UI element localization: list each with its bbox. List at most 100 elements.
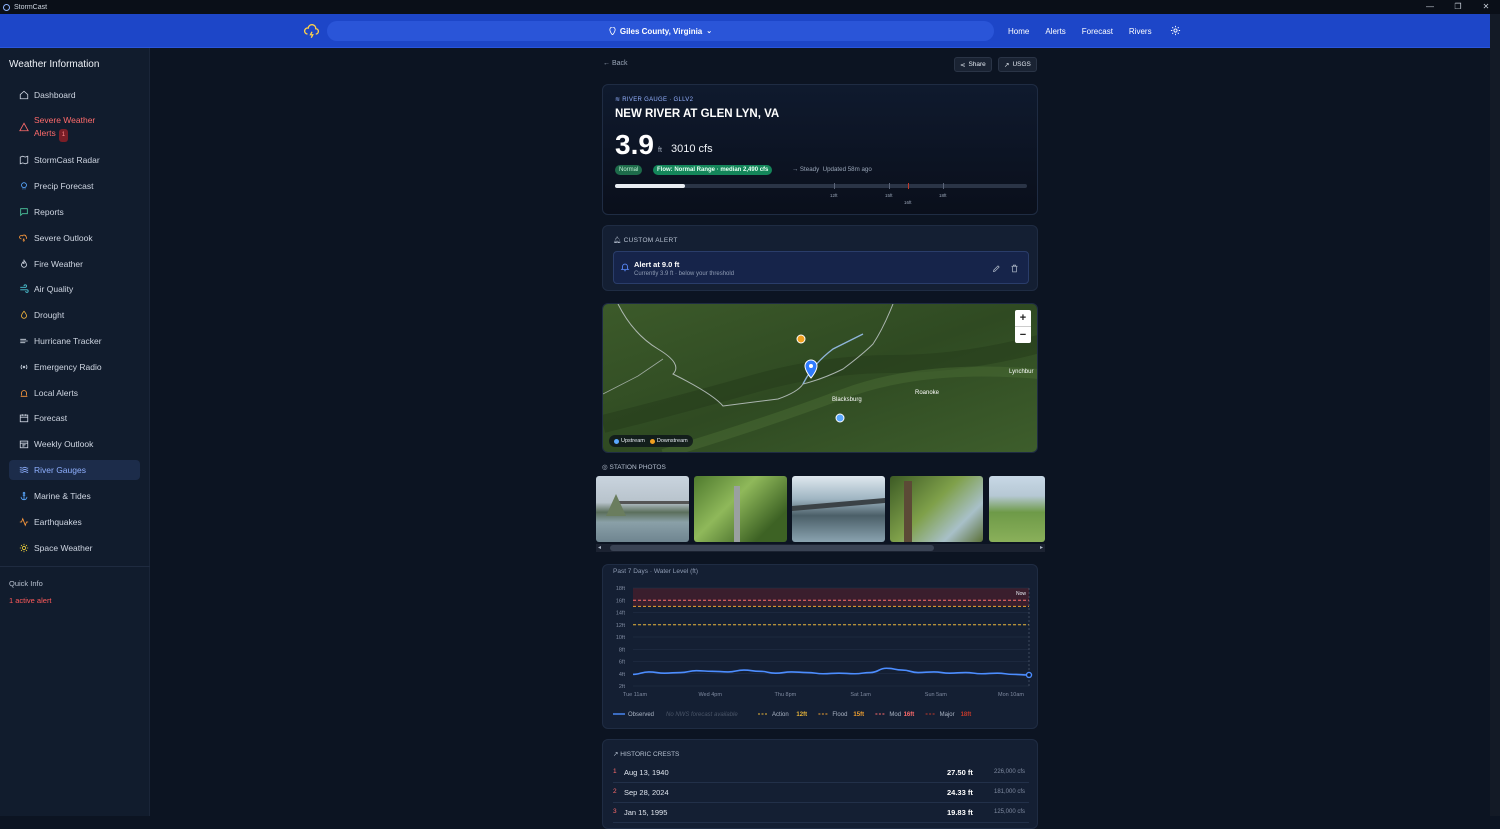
legend-action: Action xyxy=(772,712,789,718)
crest-rank: 2 xyxy=(613,788,617,795)
chat-icon xyxy=(20,208,28,217)
legend-flood: Flood xyxy=(832,712,847,718)
location-selector[interactable]: Giles County, Virginia ⌄ xyxy=(327,21,994,41)
downstream-station-marker[interactable] xyxy=(796,334,806,344)
sidebar-item-marine-tides[interactable]: Marine & Tides xyxy=(9,486,140,506)
sidebar-item-emergency-radio[interactable]: Emergency Radio xyxy=(9,357,140,377)
back-label: Back xyxy=(611,60,628,67)
sidebar-item-label: Space Weather xyxy=(34,543,93,553)
nav-link-forecast[interactable]: Forecast xyxy=(1082,27,1113,36)
sidebar-item-label: Dashboard xyxy=(34,90,76,100)
sidebar-item-label: Drought xyxy=(34,310,65,320)
crest-date: Sep 28, 2024 xyxy=(624,788,669,797)
upstream-swatch xyxy=(614,438,619,444)
crest-row: 1 Aug 13, 1940 27.50 ft 226,000 cfs xyxy=(613,763,1029,783)
x-tick-label: Sat 1am xyxy=(850,692,871,698)
zoom-in-button[interactable]: + xyxy=(1015,310,1031,327)
riverbank-photo xyxy=(904,481,912,542)
sidebar-item-forecast[interactable]: Forecast xyxy=(9,408,140,428)
forest-photo xyxy=(734,486,740,542)
share-button[interactable]: ⋖ Share xyxy=(954,57,992,72)
bell-ring-icon xyxy=(620,263,630,272)
sidebar-item-air-quality[interactable]: Air Quality xyxy=(9,279,140,299)
sidebar: Weather Information Dashboard Severe Wea… xyxy=(0,48,150,816)
arrow-left-icon: ← xyxy=(603,60,612,67)
nav-link-rivers[interactable]: Rivers xyxy=(1129,27,1152,36)
sidebar-item-earthquakes[interactable]: Earthquakes xyxy=(9,512,140,532)
sidebar-item-severe-outlook[interactable]: Severe Outlook xyxy=(9,228,140,248)
sidebar-item-label: Forecast xyxy=(34,413,68,423)
now-label: Now xyxy=(1016,591,1026,597)
map-label-roanoke: Roanoke xyxy=(915,390,940,396)
cloud-logo-icon[interactable] xyxy=(303,22,321,40)
sidebar-item-drought[interactable]: Drought xyxy=(9,305,140,325)
trash-icon[interactable] xyxy=(1010,264,1019,273)
sidebar-title: Weather Information xyxy=(9,59,100,70)
water-level-chart-card: Past 7 Days · Water Level (ft) 18ft 16ft 1… xyxy=(602,564,1038,729)
rain-icon xyxy=(21,182,27,190)
station-photo[interactable] xyxy=(792,476,885,542)
x-tick-label: Thu 8pm xyxy=(775,692,797,698)
maximize-button[interactable]: ❐ xyxy=(1444,0,1472,14)
sidebar-item-dashboard[interactable]: Dashboard xyxy=(9,85,140,105)
sidebar-item-river-gauges[interactable]: River Gauges xyxy=(9,460,140,480)
sidebar-divider xyxy=(0,566,150,567)
crest-flow: 181,000 cfs xyxy=(994,789,1026,795)
share-label: Share xyxy=(968,61,986,68)
back-button[interactable]: ← Back xyxy=(603,60,628,67)
radio-icon xyxy=(20,364,28,370)
legend-downstream: Downstream xyxy=(656,438,688,444)
chevron-down-icon: ⌄ xyxy=(706,28,713,35)
crest-flow: 125,000 cfs xyxy=(994,809,1026,815)
waves-icon xyxy=(19,466,29,473)
scroll-thumb[interactable] xyxy=(610,545,934,551)
scroll-left-icon[interactable]: ◂ xyxy=(598,544,601,551)
x-tick-label: Mon 10am xyxy=(998,692,1024,698)
upstream-station-marker[interactable] xyxy=(835,413,845,423)
sidebar-item-severe-weather-alerts[interactable]: Severe Weather Alerts 1 xyxy=(9,114,140,142)
custom-alert-item[interactable]: Alert at 9.0 ft Currently 3.9 ft · below… xyxy=(613,251,1029,284)
photos-scrollbar[interactable]: ◂ ▸ xyxy=(596,544,1045,552)
map-label-blacksburg: Blacksburg xyxy=(832,397,862,403)
station-photo[interactable] xyxy=(989,476,1045,542)
legend-major: Major xyxy=(940,712,955,718)
y-tick-label: 6ft xyxy=(619,660,626,666)
sidebar-item-reports[interactable]: Reports xyxy=(9,202,140,222)
station-photos-label: STATION PHOTOS xyxy=(609,464,666,471)
main-content: ← Back ⋖ Share ↗ USGS ≋ RIVER GAUGE · GLLV… xyxy=(150,48,1490,829)
sidebar-item-local-alerts[interactable]: Local Alerts xyxy=(9,383,140,403)
gear-icon[interactable] xyxy=(1170,25,1181,36)
nav-link-alerts[interactable]: Alerts xyxy=(1045,27,1065,36)
window-scrollbar[interactable] xyxy=(1490,14,1500,816)
minimize-button[interactable]: — xyxy=(1416,0,1444,14)
latest-observation-point xyxy=(1025,671,1033,679)
trend-info: → Steady Updated 58m ago xyxy=(792,166,872,173)
active-alert-link[interactable]: 1 active alert xyxy=(9,596,52,605)
nav-link-home[interactable]: Home xyxy=(1008,27,1029,36)
station-photo[interactable] xyxy=(694,476,787,542)
x-tick-label: Wed 4pm xyxy=(698,692,722,698)
sidebar-item-hurricane-tracker[interactable]: Hurricane Tracker xyxy=(9,331,140,351)
sidebar-item-radar[interactable]: StormCast Radar xyxy=(9,150,140,170)
usgs-button[interactable]: ↗ USGS xyxy=(998,57,1037,72)
station-photo[interactable] xyxy=(890,476,983,542)
close-button[interactable]: ✕ xyxy=(1472,0,1500,14)
water-level-chart: 18ft 16ft 14ft 12ft 10ft 8ft 6ft 4ft 2ft Tue 11am… xyxy=(613,586,1033,718)
station-photo[interactable] xyxy=(596,476,689,542)
window-title: StormCast xyxy=(14,3,48,11)
pencil-icon[interactable] xyxy=(992,264,1001,273)
map-icon xyxy=(19,155,29,165)
sidebar-item-fire-weather[interactable]: Fire Weather xyxy=(9,254,140,274)
sidebar-item-label: Hurricane Tracker xyxy=(34,336,102,346)
y-tick-label: 14ft xyxy=(616,611,626,617)
sidebar-item-weekly-outlook[interactable]: Weekly Outlook xyxy=(9,434,140,454)
sidebar-item-precip-forecast[interactable]: Precip Forecast xyxy=(9,176,140,196)
sidebar-item-space-weather[interactable]: Space Weather xyxy=(9,538,140,558)
zoom-out-button[interactable]: − xyxy=(1015,327,1031,343)
scroll-right-icon[interactable]: ▸ xyxy=(1040,544,1043,551)
sidebar-item-label: River Gauges xyxy=(34,465,86,475)
flame-icon xyxy=(21,259,27,268)
pin-icon xyxy=(609,27,616,35)
station-map[interactable]: Blacksburg Roanoke Lynchbur + − Upstream… xyxy=(602,303,1038,453)
crest-stage: 27.50 ft xyxy=(947,768,973,777)
